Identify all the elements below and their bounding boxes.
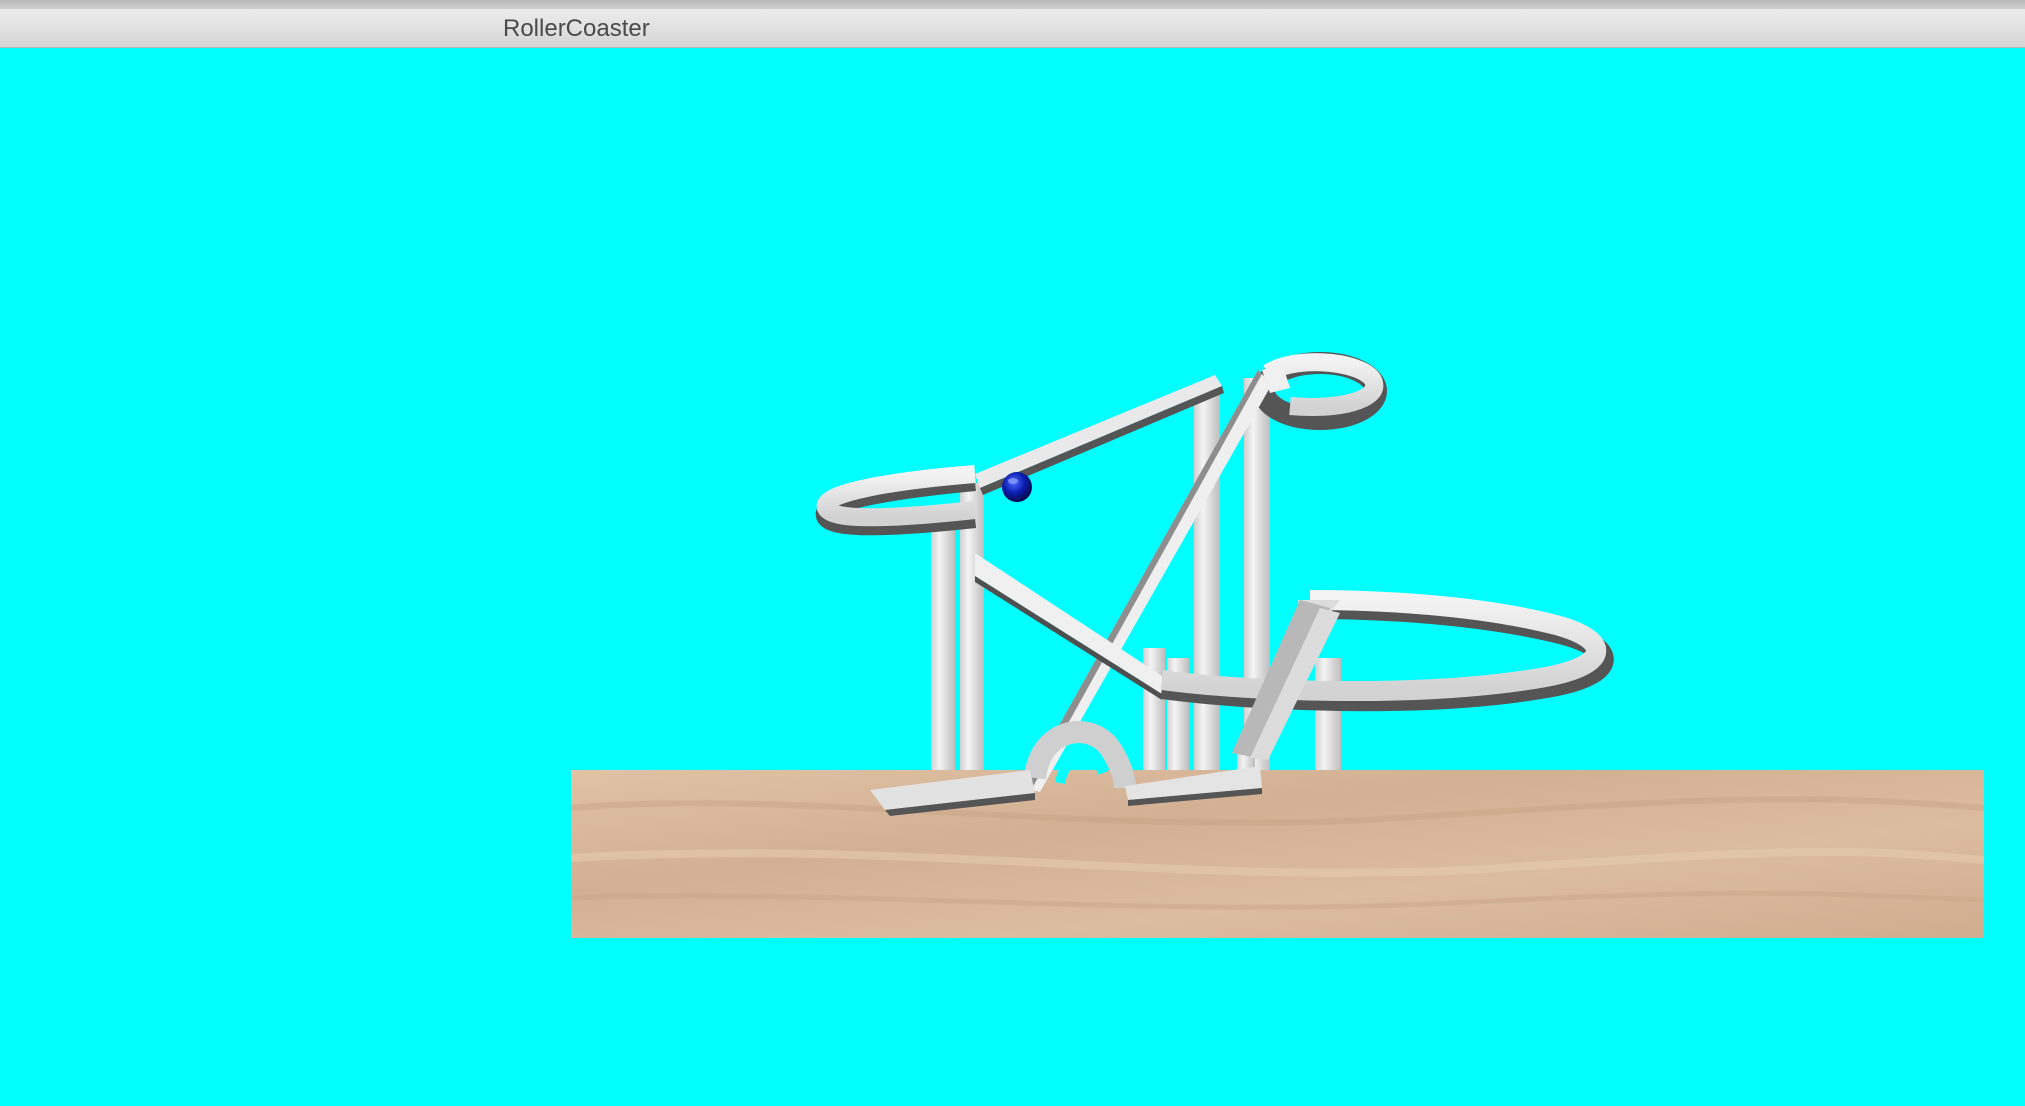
window-title: RollerCoaster bbox=[503, 15, 650, 42]
rollercoaster-scene[interactable] bbox=[0, 48, 2025, 1106]
track-right-big-loop bbox=[1160, 590, 1614, 712]
title-bar[interactable]: RollerCoaster bbox=[0, 9, 2025, 48]
3d-viewport[interactable] bbox=[0, 48, 2025, 1106]
menu-bar-strip bbox=[0, 0, 2025, 9]
app-window: RollerCoaster bbox=[0, 0, 2025, 1106]
ground-plane bbox=[570, 770, 1985, 938]
track-upper-left-curve bbox=[815, 465, 977, 536]
track-top-right-loop bbox=[1253, 352, 1387, 430]
coaster-car bbox=[1002, 472, 1032, 502]
